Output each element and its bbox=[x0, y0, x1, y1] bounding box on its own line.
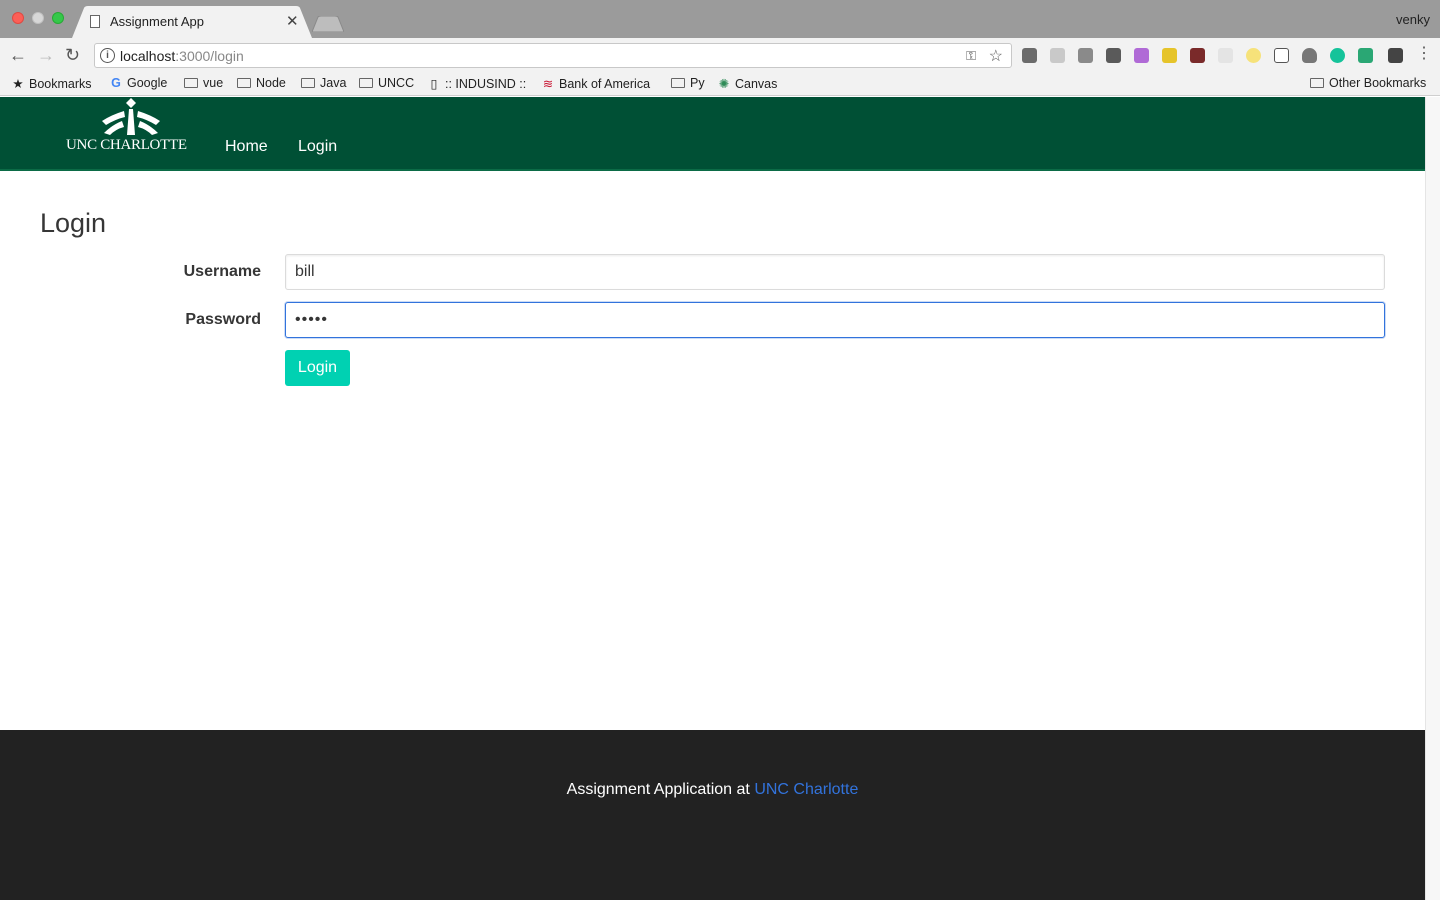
folder-icon bbox=[184, 78, 198, 88]
folder-icon bbox=[359, 78, 373, 88]
window-minimize-button[interactable] bbox=[32, 12, 44, 24]
bookmark-item[interactable]: ≋ Bank of America bbox=[542, 76, 650, 91]
canvas-icon: ✺ bbox=[718, 77, 730, 91]
folder-icon bbox=[301, 78, 315, 88]
password-label: Password bbox=[185, 311, 261, 328]
folder-icon bbox=[237, 78, 251, 88]
bookmark-item[interactable]: ▯:: INDUSIND :: bbox=[428, 76, 527, 91]
folder-icon bbox=[1310, 78, 1324, 88]
address-bar[interactable]: i localhost:3000/login ⚿ ☆ bbox=[94, 43, 1012, 68]
nav-link-login[interactable]: Login bbox=[298, 138, 337, 156]
extension-icon[interactable] bbox=[1302, 48, 1317, 63]
extension-icon[interactable] bbox=[1106, 48, 1121, 63]
folder-icon bbox=[671, 78, 685, 88]
url-text: localhost:3000/login bbox=[120, 48, 244, 64]
unc-charlotte-logo[interactable]: UNC CHARLOTTE bbox=[66, 97, 196, 157]
extension-icon[interactable] bbox=[1388, 48, 1403, 63]
bofa-icon: ≋ bbox=[542, 77, 554, 91]
footer: Assignment Application at UNC Charlotte bbox=[0, 730, 1425, 900]
other-bookmarks[interactable]: Other Bookmarks bbox=[1310, 76, 1426, 90]
extension-icon[interactable] bbox=[1022, 48, 1037, 63]
footer-link[interactable]: UNC Charlotte bbox=[754, 781, 858, 798]
crown-logo-icon bbox=[102, 98, 160, 135]
brand-text: UNC CHARLOTTE bbox=[66, 137, 187, 153]
google-icon: G bbox=[111, 76, 121, 90]
extension-icon[interactable] bbox=[1134, 48, 1149, 63]
info-icon[interactable]: i bbox=[100, 48, 115, 63]
page-scrollbar[interactable] bbox=[1425, 97, 1440, 900]
profile-name[interactable]: venky bbox=[1396, 12, 1430, 27]
forward-icon[interactable]: → bbox=[37, 46, 55, 64]
bookmark-item[interactable]: G Google bbox=[110, 76, 167, 90]
extension-icon[interactable] bbox=[1162, 48, 1177, 63]
app-navbar: UNC CHARLOTTE Home Login bbox=[0, 97, 1425, 171]
extension-icon[interactable] bbox=[1078, 48, 1093, 63]
extension-icon[interactable] bbox=[1358, 48, 1373, 63]
back-icon[interactable]: ← bbox=[9, 46, 27, 64]
window-maximize-button[interactable] bbox=[52, 12, 64, 24]
page-title: Login bbox=[40, 208, 107, 238]
key-icon[interactable]: ⚿ bbox=[966, 48, 976, 64]
login-button[interactable]: Login bbox=[285, 350, 350, 386]
nav-link-home[interactable]: Home bbox=[225, 138, 268, 156]
extension-icon[interactable] bbox=[1246, 48, 1261, 63]
username-input[interactable]: bill bbox=[285, 254, 1385, 290]
bookmark-folder[interactable]: vue bbox=[184, 76, 223, 90]
bookmark-folder[interactable]: Java bbox=[301, 76, 346, 90]
tab-close-icon[interactable]: ✕ bbox=[286, 12, 299, 30]
footer-text: Assignment Application at UNC Charlotte bbox=[566, 781, 859, 798]
menu-kebab-icon[interactable]: ⋮ bbox=[1416, 45, 1432, 63]
page-icon bbox=[90, 15, 100, 28]
username-label: Username bbox=[183, 263, 261, 280]
bookmarks-bar: ★ Bookmarks G Google vue Node Java UNCC ▯:… bbox=[0, 72, 1440, 96]
browser-titlebar: Assignment App ✕ venky bbox=[0, 0, 1440, 38]
password-input[interactable]: ••••• bbox=[285, 302, 1385, 338]
star-icon: ★ bbox=[12, 77, 24, 91]
bookmark-folder[interactable]: UNCC bbox=[359, 76, 414, 90]
extension-icon[interactable] bbox=[1218, 48, 1233, 63]
reload-icon[interactable]: ↻ bbox=[65, 46, 80, 64]
browser-toolbar: ← → ↻ i localhost:3000/login ⚿ ☆ ⋮ bbox=[0, 38, 1440, 72]
bookmark-item[interactable]: ★ Bookmarks bbox=[12, 76, 91, 91]
page-icon: ▯ bbox=[430, 77, 438, 91]
window-close-button[interactable] bbox=[12, 12, 24, 24]
bookmark-star-icon[interactable]: ☆ bbox=[989, 46, 1003, 66]
bookmark-item[interactable]: ✺ Canvas bbox=[718, 76, 778, 91]
tab-title: Assignment App bbox=[110, 14, 204, 29]
extension-icon[interactable] bbox=[1274, 48, 1289, 63]
extension-icon[interactable] bbox=[1190, 48, 1205, 63]
bookmark-folder[interactable]: Node bbox=[237, 76, 286, 90]
bookmark-folder[interactable]: Py bbox=[671, 76, 705, 90]
extension-icon[interactable] bbox=[1050, 48, 1065, 63]
new-tab-button[interactable] bbox=[312, 16, 344, 32]
extension-icon[interactable] bbox=[1330, 48, 1345, 63]
